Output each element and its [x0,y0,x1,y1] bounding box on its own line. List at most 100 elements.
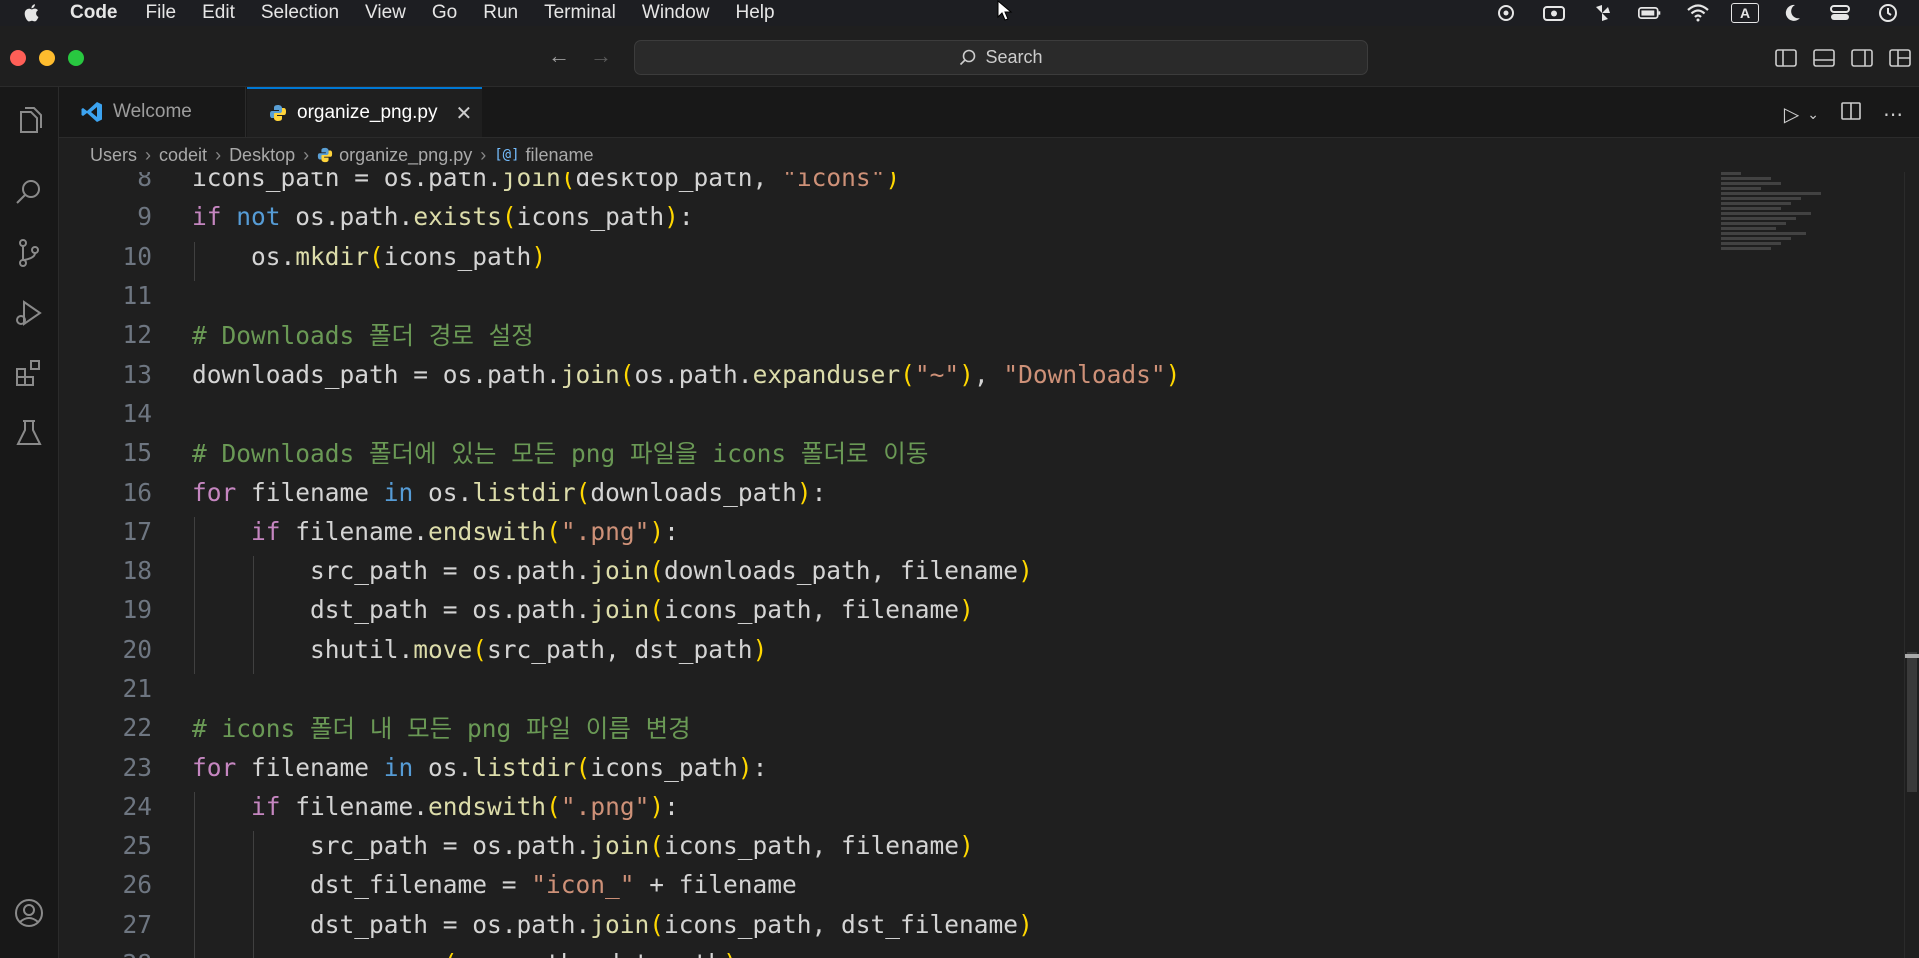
line-number: 14 [122,398,152,428]
code-line[interactable]: 16 for filename in os.listdir(downloads_p… [59,472,1739,511]
split-editor-icon[interactable] [1841,101,1861,127]
cursor-position-marker [1905,654,1919,658]
customize-layout-icon[interactable] [1889,48,1911,68]
menu-help[interactable]: Help [736,2,775,24]
clock-icon[interactable] [1873,2,1903,24]
command-center-search[interactable]: Search [634,40,1368,75]
line-number: 13 [122,359,152,389]
input-source-icon[interactable]: A [1731,3,1759,23]
forward-arrow-icon[interactable]: → [590,45,612,67]
python-file-icon [269,104,287,122]
tab-welcome[interactable]: Welcome [59,87,246,137]
code-line[interactable]: 23 for filename in os.listdir(icons_path)… [59,747,1739,786]
breadcrumb-users[interactable]: Users [90,145,137,166]
window-controls [10,50,84,66]
code-line[interactable]: 15 # Downloads 폴더에 있는 모든 png 파일을 icons 폴더… [59,433,1739,472]
menu-selection[interactable]: Selection [261,2,339,24]
code-text: # icons 폴더 내 모든 png 파일 이름 변경 [192,714,691,744]
more-actions-icon[interactable]: ⋯ [1883,102,1903,127]
code-line[interactable]: 14 [59,394,1739,433]
accounts-icon[interactable] [11,895,47,931]
search-icon[interactable] [11,174,47,210]
line-number: 20 [122,634,152,664]
python-file-icon [317,147,333,163]
code-line[interactable]: 9 if not os.path.exists(icons_path): [59,197,1739,236]
explorer-icon[interactable] [11,103,47,139]
code-line[interactable]: 26 dst_filename = "icon_" + filename [59,865,1739,910]
code-line[interactable]: 10 os.mkdir(icons_path) [59,237,1739,282]
menu-edit[interactable]: Edit [202,2,235,24]
menu-app-code[interactable]: Code [70,2,118,24]
wifi-icon[interactable] [1683,2,1713,24]
menu-view[interactable]: View [365,2,406,24]
breadcrumb: Users › codeit › Desktop › organize_png.… [59,138,1919,172]
code-line[interactable]: 22 # icons 폴더 내 모든 png 파일 이름 변경 [59,708,1739,747]
code-line[interactable]: 13 downloads_path = os.path.join(os.path.… [59,354,1739,393]
breadcrumb-symbol[interactable]: filename [526,145,594,166]
indent-guide [253,870,254,910]
indent-guide [194,870,195,910]
code-text: if filename.endswith(".png"): [192,516,679,557]
scrollbar-thumb[interactable] [1907,652,1917,792]
code-line[interactable]: 28 os.rename(src_path, dst_path) [59,944,1739,958]
line-number: 22 [122,713,152,743]
run-dropdown-chevron-icon[interactable]: ⌄ [1807,106,1819,123]
chevron-right-icon: › [303,144,310,165]
code-text: src_path = os.path.join(downloads_path, … [192,556,1033,596]
code-line[interactable]: 24 if filename.endswith(".png"): [59,787,1739,832]
menu-window[interactable]: Window [642,2,710,24]
minimize-window-button[interactable] [39,50,55,66]
close-window-button[interactable] [10,50,26,66]
line-number: 26 [122,870,152,900]
toggle-primary-sidebar-icon[interactable] [1775,48,1797,68]
extensions-icon[interactable] [11,355,47,391]
editor-actions: ▷ ⌄ ⋯ [1784,101,1903,127]
code-line[interactable]: 8 icons_path = os.path.join(desktop_path,… [59,172,1739,197]
code-line[interactable]: 20 shutil.move(src_path, dst_path) [59,630,1739,674]
apple-icon[interactable] [20,1,44,25]
code-line[interactable]: 19 dst_path = os.path.join(icons_path, f… [59,590,1739,635]
menu-run[interactable]: Run [483,2,518,24]
control-center-icon[interactable] [1825,2,1855,24]
code-line[interactable]: 18 src_path = os.path.join(downloads_pat… [59,551,1739,596]
run-python-file-icon[interactable]: ▷ [1784,102,1799,127]
zoom-window-button[interactable] [68,50,84,66]
back-arrow-icon[interactable]: ← [548,45,570,67]
editor-scrollbar[interactable] [1904,172,1919,958]
fan-icon[interactable] [1587,2,1617,24]
code-line[interactable]: 27 dst_path = os.path.join(icons_path, d… [59,905,1739,950]
breadcrumb-codeit[interactable]: codeit [159,145,207,166]
breadcrumb-file[interactable]: organize_png.py [339,145,472,166]
toggle-secondary-sidebar-icon[interactable] [1851,48,1873,68]
code-line[interactable]: 17 if filename.endswith(".png"): [59,512,1739,557]
close-tab-icon[interactable]: ✕ [456,101,473,126]
code-editor[interactable]: 8 icons_path = os.path.join(desktop_path,… [59,172,1919,958]
source-control-icon[interactable] [11,235,47,271]
code-line[interactable]: 12 # Downloads 폴더 경로 설정 [59,315,1739,354]
code-text: src_path = os.path.join(icons_path, file… [192,831,974,871]
menu-file[interactable]: File [146,2,177,24]
line-number: 9 [137,202,152,232]
toggle-panel-icon[interactable] [1813,48,1835,68]
minimap[interactable] [1721,172,1841,262]
code-line[interactable]: 11 [59,276,1739,315]
testing-icon[interactable] [11,415,47,451]
line-number: 24 [122,791,152,821]
indent-guide [253,831,254,871]
battery-icon[interactable] [1635,2,1665,24]
code-line[interactable]: 21 [59,669,1739,708]
tab-organize-png[interactable]: organize_png.py ✕ [247,87,482,137]
vscode-logo-icon [81,101,103,123]
breadcrumb-desktop[interactable]: Desktop [229,145,295,166]
camera-icon[interactable] [1539,2,1569,24]
run-and-debug-icon[interactable] [11,295,47,331]
menu-terminal[interactable]: Terminal [544,2,616,24]
code-text: if filename.endswith(".png"): [192,791,679,832]
code-line[interactable]: 25 src_path = os.path.join(icons_path, f… [59,826,1739,871]
code-text: icons_path = os.path.join(desktop_path, … [192,172,901,193]
code-text: dst_path = os.path.join(icons_path, file… [192,595,974,635]
moon-icon[interactable] [1777,2,1807,24]
screen-share-icon[interactable] [1491,2,1521,24]
indent-guide [194,791,195,832]
menu-go[interactable]: Go [432,2,457,24]
